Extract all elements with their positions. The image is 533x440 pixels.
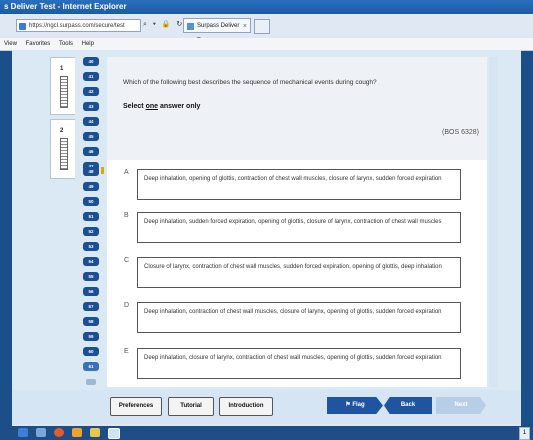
browser-app-icon[interactable] <box>54 428 64 437</box>
question-nav-button[interactable]: 42 <box>83 87 99 96</box>
preferences-button[interactable]: Preferences <box>110 397 162 416</box>
introduction-button[interactable]: Introduction <box>219 397 273 416</box>
section-tabs: 1 2 <box>50 57 76 179</box>
option-letter: E <box>124 348 129 355</box>
menu-help[interactable]: Help <box>82 41 94 47</box>
question-nav-button[interactable]: 40 <box>83 57 99 66</box>
answer-option-e[interactable]: Deep inhalation, closure of larynx, cont… <box>137 348 461 379</box>
question-id: (BOS 6328) <box>442 129 479 136</box>
back-button[interactable]: Back <box>384 397 432 414</box>
tutorial-button[interactable]: Tutorial <box>168 397 214 416</box>
close-tab-icon[interactable]: × <box>243 19 247 34</box>
browser-tab[interactable]: Surpass Deliver Test × <box>183 18 251 44</box>
section-tab-2[interactable]: 2 <box>50 119 75 179</box>
question-nav-button[interactable]: 56 <box>83 287 99 296</box>
new-tab-button[interactable] <box>254 19 270 34</box>
section-progress-icon <box>60 138 68 170</box>
answer-option-d[interactable]: Deep inhalation, contraction of chest wa… <box>137 302 461 333</box>
section-tab-1[interactable]: 1 <box>50 57 75 115</box>
answer-instruction: Select one answer only <box>123 103 200 110</box>
tray-indicator[interactable]: 1 <box>519 427 530 440</box>
instruction-pre: Select <box>123 103 146 110</box>
section-number: 2 <box>60 128 64 134</box>
question-header: Which of the following best describes th… <box>107 57 487 160</box>
question-nav-button-flagged[interactable]: 48 <box>83 167 104 176</box>
nav-scroll-down-icon[interactable] <box>86 379 96 385</box>
office-app-icon[interactable] <box>72 428 82 437</box>
question-nav-button[interactable]: 49 <box>83 182 99 191</box>
instruction-one: one <box>145 103 159 110</box>
question-nav-button[interactable]: 41 <box>83 72 99 81</box>
question-nav-button[interactable]: 51 <box>83 212 99 221</box>
question-nav-button[interactable]: 55 <box>83 272 99 281</box>
window-title: s Deliver Test - Internet Explorer <box>0 0 533 14</box>
question-nav-button[interactable]: 53 <box>83 242 99 251</box>
start-icon[interactable] <box>18 428 28 437</box>
answer-option-a[interactable]: Deep inhalation, opening of glottis, con… <box>137 169 461 200</box>
instruction-post: answer only <box>158 103 201 110</box>
section-number: 1 <box>60 66 64 72</box>
question-nav-button[interactable]: 57 <box>83 302 99 311</box>
next-button[interactable]: Next <box>436 397 486 414</box>
question-text: Which of the following best describes th… <box>123 79 377 86</box>
question-nav-button[interactable]: 46 <box>83 147 99 156</box>
site-icon <box>19 23 26 30</box>
question-nav-button[interactable]: 59 <box>83 332 99 341</box>
option-letter: C <box>124 257 130 264</box>
address-bar[interactable]: https://ngcl.surpass.com/secure/test <box>16 19 141 32</box>
menu-view[interactable]: View <box>4 41 17 47</box>
question-nav-button[interactable]: 60 <box>83 347 99 356</box>
flag-button[interactable]: ⚑ Flag <box>327 397 383 414</box>
tab-icon <box>187 23 194 30</box>
address-tools[interactable]: ⌕ ▾ 🔒 ↻ <box>143 20 184 29</box>
taskbar: 1 <box>0 426 533 440</box>
answer-option-b[interactable]: Deep inhalation, sudden forced expiratio… <box>137 212 461 243</box>
question-nav-button[interactable]: 44 <box>83 117 99 126</box>
option-letter: A <box>124 169 129 176</box>
ie-app-icon[interactable] <box>108 428 120 439</box>
option-letter: B <box>124 212 129 219</box>
question-nav-button[interactable]: 52 <box>83 227 99 236</box>
flag-label: Flag <box>352 402 365 408</box>
menu-favorites[interactable]: Favorites <box>26 41 51 47</box>
menu-tools[interactable]: Tools <box>59 41 73 47</box>
option-letter: D <box>124 302 130 309</box>
address-text: https://ngcl.surpass.com/secure/test <box>29 23 125 29</box>
question-nav-button[interactable]: 58 <box>83 317 99 326</box>
question-panel: Which of the following best describes th… <box>107 57 487 387</box>
question-nav-button[interactable]: 43 <box>83 102 99 111</box>
section-progress-icon <box>60 76 68 108</box>
vertical-scrollbar[interactable] <box>489 57 498 387</box>
browser-toolbar: https://ngcl.surpass.com/secure/test ⌕ ▾… <box>0 14 533 44</box>
folder-icon[interactable] <box>90 428 100 437</box>
question-nav-button[interactable]: 54 <box>83 257 99 266</box>
question-nav-button-current[interactable]: 61 <box>83 362 99 371</box>
question-nav-button[interactable]: 50 <box>83 197 99 206</box>
answer-option-c[interactable]: Closure of larynx, contraction of chest … <box>137 257 461 288</box>
user-icon[interactable] <box>36 428 46 437</box>
question-nav-button[interactable]: 45 <box>83 132 99 141</box>
